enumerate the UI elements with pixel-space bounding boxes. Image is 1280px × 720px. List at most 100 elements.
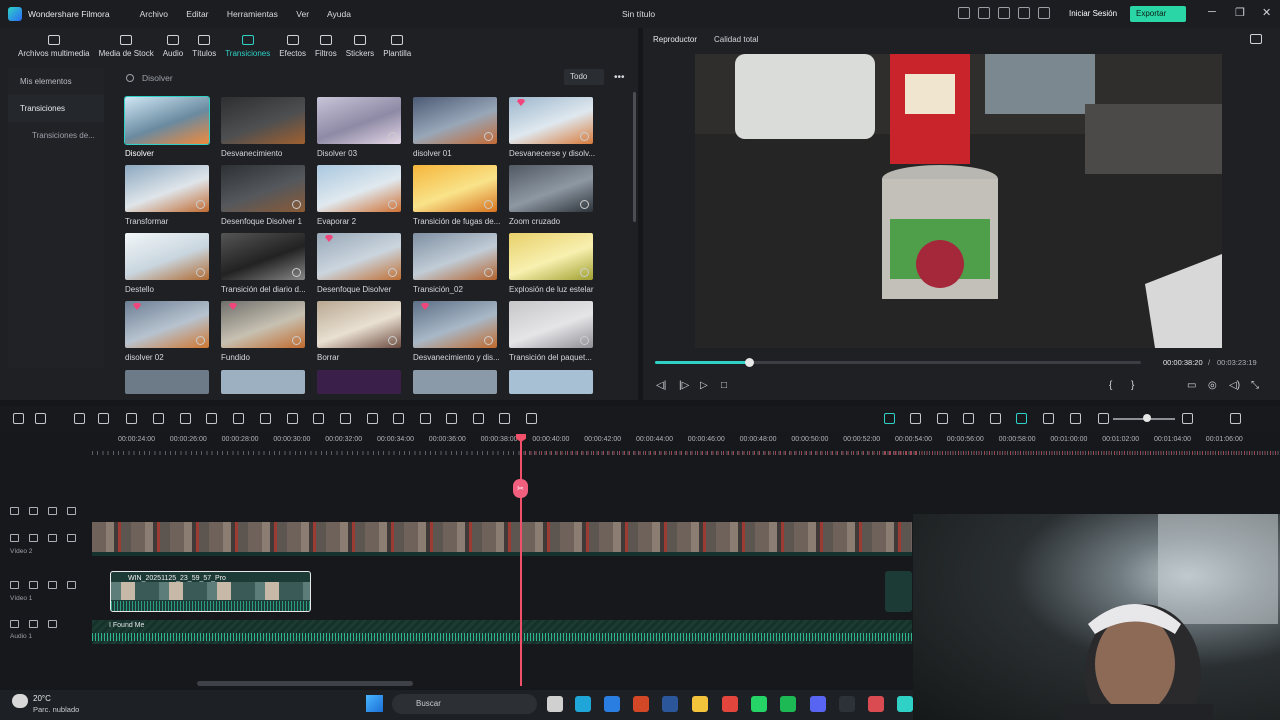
download-icon[interactable] — [292, 336, 301, 345]
edge-icon[interactable] — [575, 696, 591, 712]
color-icon[interactable] — [313, 413, 324, 424]
tab-efectos[interactable]: Efectos — [279, 28, 306, 64]
mark-in-icon[interactable]: { — [1109, 380, 1112, 391]
display-icon[interactable]: ▭ — [1187, 380, 1196, 391]
mic-icon[interactable] — [963, 413, 974, 424]
transition-thumbnail[interactable] — [413, 165, 497, 212]
keyframe-icon[interactable] — [420, 413, 431, 424]
library-scrollbar[interactable] — [633, 92, 636, 222]
save-icon[interactable] — [978, 7, 990, 19]
menu-ver[interactable]: Ver — [296, 9, 309, 19]
split-icon[interactable] — [526, 413, 537, 424]
player-progress-bar[interactable] — [655, 361, 1141, 364]
zoom-out-icon[interactable] — [1098, 413, 1109, 424]
download-icon[interactable] — [484, 132, 493, 141]
tab-filtros[interactable]: Filtros — [315, 28, 337, 64]
menu-editar[interactable]: Editar — [186, 9, 208, 19]
chrome-icon[interactable] — [722, 696, 738, 712]
download-icon[interactable] — [580, 268, 589, 277]
download-icon[interactable] — [388, 336, 397, 345]
stop-icon[interactable]: □ — [721, 380, 727, 391]
download-icon[interactable] — [484, 268, 493, 277]
adjust-icon[interactable] — [446, 413, 457, 424]
search-input[interactable]: Disolver — [142, 73, 173, 83]
menu-archivo[interactable]: Archivo — [140, 9, 168, 19]
stabilize-icon[interactable] — [340, 413, 351, 424]
fullscreen-icon[interactable]: ⤡ — [1251, 380, 1259, 391]
tab-transiciones[interactable]: Transiciones — [225, 28, 270, 64]
headset-icon[interactable] — [1018, 7, 1030, 19]
transition-thumbnail[interactable] — [509, 233, 593, 280]
download-icon[interactable] — [292, 268, 301, 277]
track-icon[interactable] — [10, 507, 19, 515]
tab-audio[interactable]: Audio — [163, 28, 183, 64]
monitor-icon[interactable] — [958, 7, 970, 19]
spotify-icon[interactable] — [780, 696, 796, 712]
transition-thumbnail[interactable] — [509, 165, 593, 212]
tab-media-de-stock[interactable]: Media de Stock — [99, 28, 154, 64]
lock-icon[interactable] — [29, 507, 38, 515]
taskbar-search[interactable]: Buscar — [392, 694, 537, 714]
group-icon[interactable] — [499, 413, 510, 424]
tab-plantilla[interactable]: Plantilla — [383, 28, 411, 64]
zoom-knob[interactable] — [1143, 414, 1151, 422]
volume-icon[interactable]: ◁) — [1229, 380, 1240, 391]
transition-thumbnail[interactable] — [221, 97, 305, 144]
filter-dropdown[interactable]: Todo — [564, 69, 604, 85]
tab-stickers[interactable]: Stickers — [346, 28, 374, 64]
discord-icon[interactable] — [810, 696, 826, 712]
eye-icon[interactable] — [67, 581, 76, 589]
transition-thumbnail[interactable] — [317, 97, 401, 144]
transition-thumbnail[interactable] — [317, 165, 401, 212]
transition-thumbnail[interactable] — [413, 97, 497, 144]
close-icon[interactable]: ✕ — [1262, 6, 1271, 19]
download-icon[interactable] — [580, 132, 589, 141]
sidebar-item-transiciones-de[interactable]: Transiciones de... — [8, 122, 104, 149]
transition-thumbnail[interactable] — [509, 370, 593, 394]
lock-icon[interactable] — [29, 534, 38, 542]
eye-icon[interactable] — [67, 507, 76, 515]
transition-thumbnail[interactable] — [413, 370, 497, 394]
explorer-icon[interactable] — [692, 696, 708, 712]
menu-ayuda[interactable]: Ayuda — [327, 9, 351, 19]
lock-icon[interactable] — [29, 581, 38, 589]
video-2-clip[interactable] — [92, 522, 912, 552]
transition-thumbnail[interactable] — [125, 233, 209, 280]
sidebar-item-mis-elementos[interactable]: Mis elementos — [8, 68, 104, 95]
audio-stretch-icon[interactable] — [990, 413, 1001, 424]
mute-icon[interactable] — [48, 534, 57, 542]
track-icon[interactable] — [10, 581, 19, 589]
text-icon[interactable] — [233, 413, 244, 424]
transition-thumbnail[interactable] — [221, 165, 305, 212]
video-1-clip-2[interactable] — [885, 571, 912, 612]
mute-icon[interactable] — [48, 620, 57, 628]
timer-icon[interactable] — [287, 413, 298, 424]
tab-archivos-multimedia[interactable]: Archivos multimedia — [18, 28, 90, 64]
transition-thumbnail[interactable] — [317, 301, 401, 348]
download-icon[interactable] — [292, 200, 301, 209]
windows-start-icon[interactable] — [366, 695, 383, 712]
apps-icon[interactable] — [1038, 7, 1050, 19]
quality-dropdown[interactable]: Calidad total — [714, 35, 758, 44]
login-button[interactable]: Iniciar Sesión — [1065, 6, 1121, 22]
delete-icon[interactable] — [126, 413, 137, 424]
music-icon[interactable] — [10, 620, 19, 628]
pip-icon[interactable] — [1043, 413, 1054, 424]
pointer-icon[interactable] — [35, 413, 46, 424]
cloud-icon[interactable] — [998, 7, 1010, 19]
transition-thumbnail[interactable] — [125, 165, 209, 212]
filmora-app-icon[interactable] — [839, 696, 855, 712]
render-icon[interactable] — [910, 413, 921, 424]
minimize-icon[interactable]: ─ — [1208, 6, 1216, 18]
recorder-icon[interactable] — [868, 696, 884, 712]
crop-icon[interactable] — [180, 413, 191, 424]
mark-out-icon[interactable]: } — [1131, 380, 1134, 391]
snapshot-icon[interactable]: ◎ — [1208, 380, 1217, 391]
more-options-icon[interactable]: ••• — [614, 72, 625, 83]
download-icon[interactable] — [196, 200, 205, 209]
eye-icon[interactable] — [67, 534, 76, 542]
download-icon[interactable] — [484, 336, 493, 345]
lock-icon[interactable] — [29, 620, 38, 628]
transition-thumbnail[interactable] — [317, 233, 401, 280]
tab-titulos[interactable]: Títulos — [192, 28, 216, 64]
